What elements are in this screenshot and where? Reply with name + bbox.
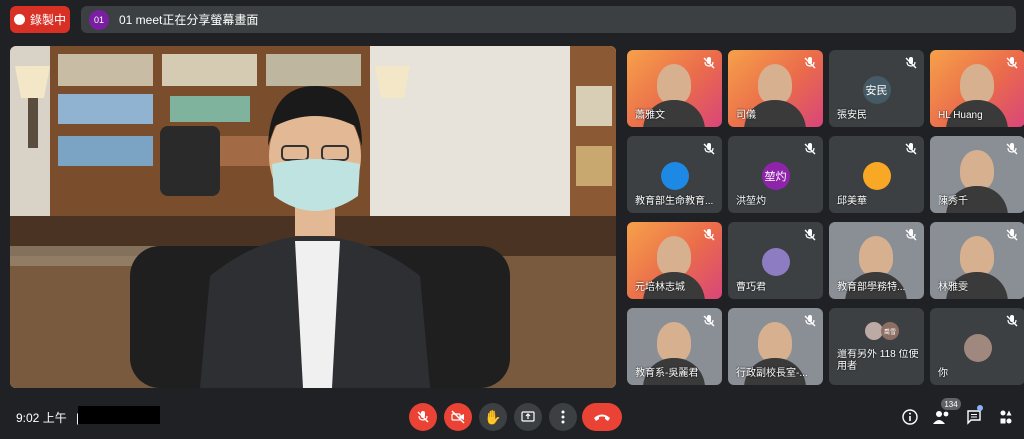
participant-name: 元培林志城 (635, 282, 685, 293)
participant-video-thumb (758, 64, 792, 104)
people-icon (933, 411, 949, 424)
participant-tile[interactable]: 安民張安民 (829, 50, 924, 127)
chat-unread-dot (977, 405, 983, 411)
mic-off-icon (904, 56, 918, 70)
participant-name: 陳秀千 (938, 196, 968, 207)
meeting-code-redacted (78, 406, 160, 424)
mic-off-icon (803, 228, 817, 242)
mic-toggle-button[interactable] (409, 403, 437, 431)
participant-video-thumb (657, 236, 691, 276)
recording-label: 錄製中 (29, 13, 66, 27)
participant-video-thumb (960, 64, 994, 104)
participant-tile[interactable]: 邱美華 (829, 136, 924, 213)
more-options-button[interactable] (549, 403, 577, 431)
participant-avatar (761, 248, 790, 276)
participant-video-thumb (960, 236, 994, 276)
participant-name: 邱美華 (837, 196, 867, 207)
participant-avatar: 堃灼 (761, 162, 790, 190)
participant-avatar: 安民 (862, 76, 891, 104)
participant-name: 你 (938, 368, 948, 379)
participant-name: 教育系-吳麗君 (635, 368, 699, 379)
camera-toggle-button[interactable] (444, 403, 472, 431)
raise-hand-button[interactable]: ✋ (479, 403, 507, 431)
present-button[interactable] (514, 403, 542, 431)
mic-off-icon (904, 142, 918, 156)
camera-off-icon (451, 410, 465, 424)
meeting-clock: 9:02 上午 | (16, 409, 79, 426)
mic-off-icon (803, 56, 817, 70)
mic-off-icon (1005, 228, 1019, 242)
mic-off-icon (702, 142, 716, 156)
participant-avatar (660, 162, 689, 190)
mic-off-icon (702, 228, 716, 242)
participant-tile[interactable]: 教育部生命教育... (627, 136, 722, 213)
participant-video-thumb (960, 150, 994, 190)
main-video[interactable] (10, 46, 616, 388)
participant-name: 蕭雅文 (635, 110, 665, 121)
mic-off-icon (702, 56, 716, 70)
present-icon (521, 411, 535, 422)
raise-hand-icon: ✋ (484, 408, 502, 425)
activities-icon (1000, 410, 1012, 424)
end-call-icon (594, 414, 610, 421)
participant-tile[interactable]: 教育部學務特... (829, 222, 924, 299)
participant-name: 張安民 (837, 110, 867, 121)
participant-tile[interactable]: HL Huang (930, 50, 1024, 127)
participant-name: HL Huang (938, 110, 983, 121)
participant-video-thumb (657, 64, 691, 104)
mic-off-icon (1005, 142, 1019, 156)
mic-off-icon (702, 314, 716, 328)
participant-tile[interactable]: 蕭雅文 (627, 50, 722, 127)
mic-off-icon (803, 314, 817, 328)
meeting-details-button[interactable] (898, 405, 922, 429)
participant-avatar (963, 334, 992, 362)
participant-tile[interactable]: 陳秀千 (930, 136, 1024, 213)
activities-button[interactable] (994, 405, 1018, 429)
mic-off-icon (904, 228, 918, 242)
mic-off-icon (1005, 314, 1019, 328)
participant-video-thumb (758, 322, 792, 362)
participant-tile[interactable]: 堃灼洪堃灼 (728, 136, 823, 213)
mic-off-icon (1005, 56, 1019, 70)
participant-tile[interactable]: 行政副校長室-... (728, 308, 823, 385)
participant-tile[interactable]: 司儀 (728, 50, 823, 127)
participant-tile[interactable]: 曹巧君 (728, 222, 823, 299)
end-call-button[interactable] (582, 403, 622, 431)
participant-tile[interactable]: 教育系-吳麗君 (627, 308, 722, 385)
record-dot-icon (13, 14, 25, 25)
participant-name: 司儀 (736, 110, 756, 121)
participant-video-thumb (859, 236, 893, 276)
participant-name: 曹巧君 (736, 282, 766, 293)
participant-name: 教育部生命教育... (635, 196, 714, 207)
recording-button[interactable]: 錄製中 (10, 6, 70, 33)
presenter-avatar: 01 (89, 9, 109, 30)
participant-tile[interactable]: 林雅雯 (930, 222, 1024, 299)
presenting-banner: 01 01 meet正在分享螢幕畫面 (81, 6, 1016, 33)
presenting-text: 01 meet正在分享螢幕畫面 (119, 13, 259, 27)
participant-count-badge: 134 (941, 398, 961, 410)
participant-name: 還有另外 118 位使用者 (837, 349, 919, 372)
participant-video-thumb (657, 322, 691, 362)
stacked-avatar: 喬雪 (881, 322, 899, 340)
more-options-icon (561, 410, 565, 424)
info-icon (902, 409, 918, 425)
participant-name: 林雅雯 (938, 282, 968, 293)
participant-name: 行政副校長室-... (736, 368, 808, 379)
participant-name: 教育部學務特... (837, 282, 906, 293)
chat-icon (967, 410, 981, 425)
participant-tile[interactable]: 元培林志城 (627, 222, 722, 299)
mic-off-icon (803, 142, 817, 156)
participant-avatar (862, 162, 891, 190)
speaker-video-frame (10, 46, 616, 388)
time-label: 9:02 上午 (16, 411, 67, 425)
more-participants-tile[interactable]: 喬雪還有另外 118 位使用者 (829, 308, 924, 385)
participant-name: 洪堃灼 (736, 196, 766, 207)
participant-tile[interactable]: 你 (930, 308, 1024, 385)
mic-off-icon (417, 411, 429, 423)
